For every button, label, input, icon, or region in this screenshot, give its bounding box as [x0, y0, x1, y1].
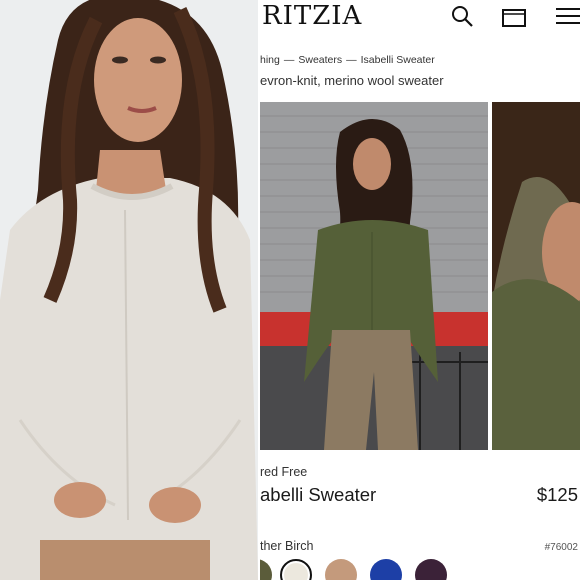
gallery-photo-main[interactable]	[260, 102, 488, 450]
gallery-photo-main-image	[260, 102, 488, 450]
brand-logo[interactable]: RITZIA	[262, 0, 362, 32]
model-photo-birch	[0, 0, 258, 580]
breadcrumb-item-sweaters[interactable]: Sweaters	[298, 54, 342, 66]
model-photo-birch-image	[0, 0, 258, 580]
swatch-birch-fill	[284, 563, 308, 580]
gallery-photo-secondary[interactable]	[492, 102, 580, 450]
swatch-birch[interactable]	[280, 559, 312, 580]
site-header: RITZIA	[260, 0, 580, 40]
breadcrumb-item-clothing[interactable]: hing	[260, 54, 280, 66]
breadcrumb-item-current[interactable]: Isabelli Sweater	[361, 54, 435, 66]
product-page: RITZIA hing — Sweaters — Isabelli Sweater ev…	[260, 0, 580, 580]
promo-text: red Free	[260, 465, 308, 479]
product-gallery[interactable]	[260, 102, 580, 450]
selected-color-name: ther Birch	[260, 539, 314, 553]
bag-icon[interactable]	[501, 4, 527, 28]
product-name: abelli Sweater	[260, 484, 377, 505]
product-subtitle: evron-knit, merino wool sweater	[260, 73, 444, 88]
breadcrumb: hing — Sweaters — Isabelli Sweater	[260, 54, 439, 66]
swatch-camel[interactable]	[325, 559, 357, 580]
color-swatches	[260, 556, 580, 580]
product-price: $125	[536, 484, 578, 505]
style-number: #76002	[544, 542, 578, 553]
search-icon[interactable]	[450, 4, 474, 28]
breadcrumb-separator: —	[346, 54, 357, 66]
swatch-olive[interactable]	[260, 559, 272, 580]
breadcrumb-separator: —	[283, 54, 295, 66]
gallery-photo-secondary-image	[492, 102, 580, 450]
swatch-plum[interactable]	[415, 559, 447, 580]
menu-icon[interactable]	[554, 4, 580, 28]
swatch-cobalt[interactable]	[370, 559, 402, 580]
